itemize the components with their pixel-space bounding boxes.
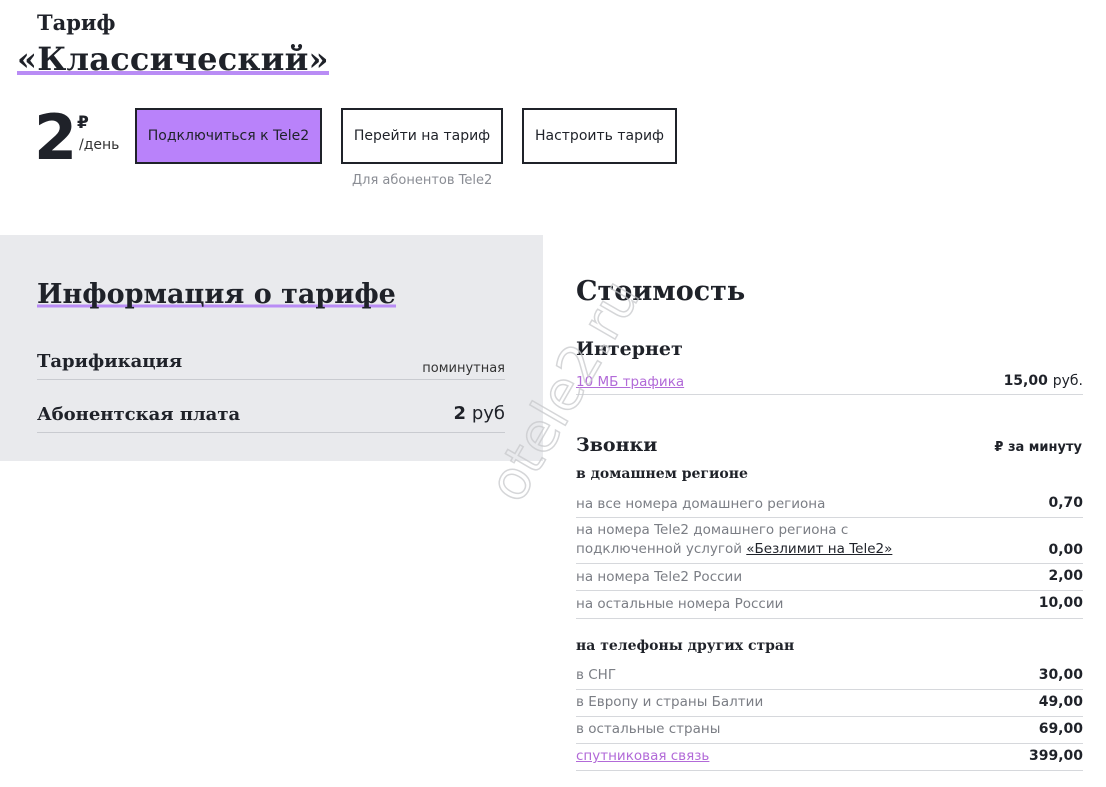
table-row: на остальные номера России 10,00 [576, 594, 1083, 619]
row-value: 10,00 [1038, 595, 1083, 611]
info-row-label: Тарификация [37, 351, 183, 372]
internet-price-value: 15,00 [1003, 373, 1048, 389]
foreign-calls-title: на телефоны других стран [576, 638, 795, 654]
calls-section-title: Звонки [576, 434, 658, 456]
row-label: на номера Tele2 России [576, 569, 743, 585]
price-unit: /день [79, 137, 120, 153]
row-label-line1: на номера Tele2 домашнего региона с [576, 522, 849, 538]
row-value: 399,00 [1028, 748, 1083, 764]
tariff-name: «Классический» [17, 40, 329, 78]
table-row: в остальные страны 69,00 [576, 719, 1083, 744]
table-row: на все номера домашнего региона 0,70 [576, 493, 1083, 518]
unlimited-tele2-link[interactable]: «Безлимит на Tele2» [746, 541, 892, 557]
configure-tariff-button[interactable]: Настроить тариф [522, 108, 677, 164]
tariff-name-text: «Классический» [17, 40, 329, 78]
internet-price: 15,00 руб. [1004, 373, 1083, 389]
row-label: на номера Tele2 домашнего региона с подкл… [576, 521, 892, 559]
table-row: на номера Tele2 домашнего региона с подкл… [576, 520, 1083, 564]
internet-section-title: Интернет [576, 338, 683, 360]
tariff-prefix: Тариф [37, 10, 116, 35]
table-row: спутниковая связь 399,00 [576, 746, 1083, 771]
tariff-info-title: Информация о тарифе [37, 279, 396, 310]
row-value: 0,00 [1048, 542, 1083, 558]
internet-row: 10 МБ трафика 15,00 руб. [576, 372, 1083, 395]
switch-tariff-button[interactable]: Перейти на тариф [341, 108, 503, 164]
connect-button[interactable]: Подключиться к Tele2 [135, 108, 322, 164]
internet-traffic-link[interactable]: 10 МБ трафика [576, 373, 684, 392]
info-row-subscription-fee: Абонентская плата 2 руб [37, 398, 505, 433]
info-row-label: Абонентская плата [37, 404, 241, 425]
row-value: 49,00 [1038, 694, 1083, 710]
row-value: 2,00 [1048, 568, 1083, 584]
ruble-icon: ₽ [77, 113, 89, 133]
internet-price-unit: руб. [1052, 373, 1083, 389]
row-label: на все номера домашнего региона [576, 496, 826, 512]
table-row: в Европу и страны Балтии 49,00 [576, 692, 1083, 717]
price-amount: 2 [34, 101, 78, 174]
row-label: в СНГ [576, 667, 617, 683]
fee-amount: 2 [453, 403, 467, 424]
home-region-title: в домашнем регионе [576, 466, 748, 482]
table-row: в СНГ 30,00 [576, 665, 1083, 690]
row-label-line2: подключенной услугой [576, 541, 747, 557]
row-label: в Европу и страны Балтии [576, 694, 764, 710]
row-value: 69,00 [1038, 721, 1083, 737]
per-minute-header: ₽ за минуту [994, 440, 1082, 455]
info-row-billing: Тарификация поминутная [37, 345, 505, 380]
row-value: 0,70 [1048, 495, 1083, 511]
table-row: на номера Tele2 России 2,00 [576, 567, 1083, 591]
switch-tariff-note: Для абонентов Tele2 [352, 173, 493, 188]
info-row-value: 2 руб [454, 403, 505, 424]
cost-title: Стоимость [576, 276, 746, 307]
satellite-link[interactable]: спутниковая связь [576, 747, 709, 766]
row-value: 30,00 [1038, 667, 1083, 683]
row-label: на остальные номера России [576, 596, 784, 612]
row-label: в остальные страны [576, 721, 721, 737]
info-row-value: поминутная [422, 361, 505, 376]
fee-unit: руб [471, 403, 505, 424]
tariff-info-title-text: Информация о тарифе [37, 279, 396, 310]
